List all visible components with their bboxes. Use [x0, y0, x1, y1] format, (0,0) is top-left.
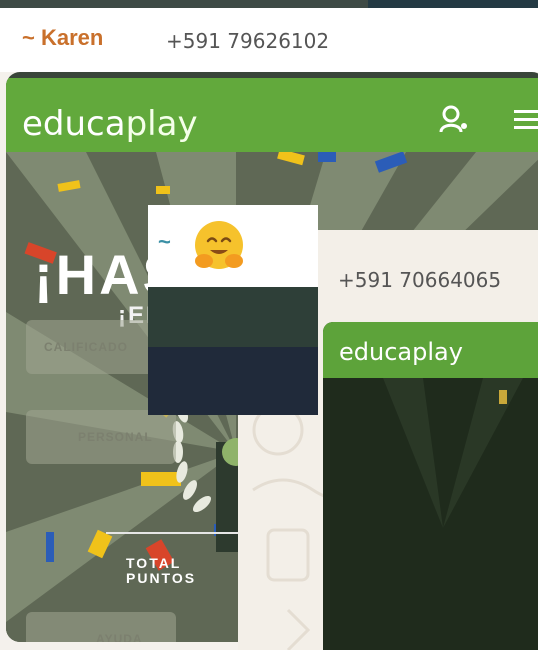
shared-screenshot-2[interactable]: educaplay [323, 322, 538, 650]
educaplay-logo: educaplay [339, 338, 463, 366]
sender-name[interactable]: ~ Karen [22, 25, 103, 51]
total-points-label: TOTAL PUNTOS [126, 555, 197, 586]
top-strip [0, 0, 538, 8]
sender-phone[interactable]: +591 70664065 [338, 268, 501, 292]
educaplay-logo: educaplay [22, 104, 198, 144]
shared-message-3[interactable]: ~ [148, 205, 318, 415]
educaplay-header: educaplay [323, 322, 538, 378]
hugging-face-icon [195, 221, 243, 269]
educaplay-header: educaplay [6, 78, 538, 152]
user-icon [439, 105, 467, 133]
stat-panel-3: AYUDA [26, 612, 176, 642]
menu-icon [514, 110, 538, 129]
stat-label: PERSONAL [78, 430, 153, 444]
sender-phone[interactable]: +591 79626102 [166, 29, 329, 53]
stat-panel-2: PERSONAL [26, 410, 176, 464]
sender-tilde: ~ [158, 229, 171, 254]
shared-screenshot-3 [148, 287, 318, 415]
stat-label: CALIFICADO [44, 340, 128, 354]
game-screen [323, 378, 538, 650]
